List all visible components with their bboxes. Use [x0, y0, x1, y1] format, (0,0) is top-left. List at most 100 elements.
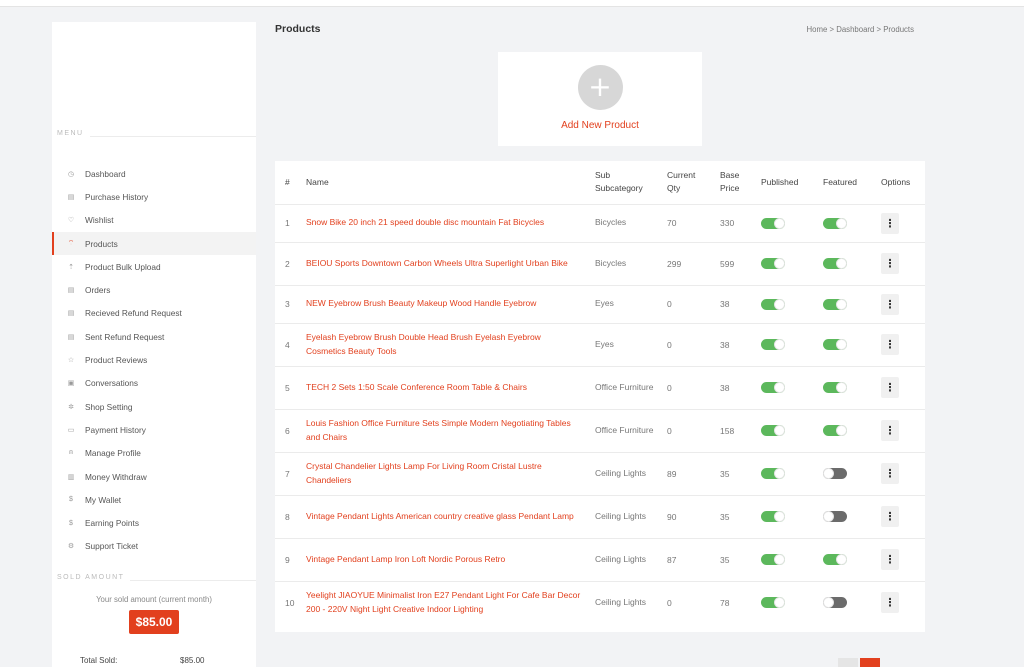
more-options-icon[interactable]: ⋮: [881, 212, 899, 234]
sidebar-item-icon: ▤: [67, 333, 75, 341]
sidebar-item-shop-setting[interactable]: ✲ Shop Setting: [52, 395, 256, 418]
more-options-icon[interactable]: ⋮: [881, 377, 899, 398]
sidebar-item-orders[interactable]: ▤ Orders: [52, 278, 256, 301]
sidebar-item-label: Shop Setting: [85, 401, 133, 412]
featured-toggle[interactable]: [823, 554, 847, 566]
published-toggle[interactable]: [761, 217, 785, 229]
sidebar-item-money-withdraw[interactable]: ▥ Money Withdraw: [52, 465, 256, 488]
product-name-link[interactable]: NEW Eyebrow Brush Beauty Makeup Wood Han…: [306, 285, 595, 324]
sidebar-item-icon: ▤: [67, 310, 75, 318]
sold-amount-value: $85.00: [129, 610, 179, 635]
product-name-link[interactable]: Vintage Pendant Lights American country …: [306, 495, 595, 539]
sidebar-item-icon: ⌔: [67, 240, 75, 248]
published-toggle[interactable]: [761, 425, 785, 437]
published-toggle-cell: [761, 204, 823, 243]
featured-toggle[interactable]: [823, 217, 847, 229]
product-name-link[interactable]: Eyelash Eyebrow Brush Double Head Brush …: [306, 323, 595, 367]
product-subcategory: Eyes: [595, 285, 667, 324]
featured-toggle[interactable]: [823, 258, 847, 270]
options-cell: ⋮: [881, 323, 925, 367]
plus-icon[interactable]: +: [577, 65, 623, 110]
table-row: 2 BEIOU Sports Downtown Carbon Wheels Ult…: [275, 242, 925, 286]
breadcrumb[interactable]: Home > Dashboard > Products: [807, 25, 914, 34]
sidebar-item-sent-refund-request[interactable]: ▤ Sent Refund Request: [52, 325, 256, 348]
published-toggle[interactable]: [761, 597, 785, 609]
products-table: # Name Sub Subcategory Current Qty Base Pri…: [275, 161, 925, 624]
table-row: 9 Vintage Pendant Lamp Iron Loft Nordic P…: [275, 538, 925, 582]
featured-toggle[interactable]: [823, 339, 847, 351]
product-name-link[interactable]: Snow Bike 20 inch 21 speed double disc m…: [306, 204, 595, 243]
published-toggle[interactable]: [761, 339, 785, 351]
published-toggle[interactable]: [761, 298, 785, 310]
page-current-button[interactable]: [860, 658, 880, 667]
toggle-knob: [823, 597, 834, 609]
sidebar-item-conversations[interactable]: ▣ Conversations: [52, 372, 256, 395]
product-qty: 0: [667, 597, 672, 608]
row-number: 5: [275, 366, 306, 410]
sidebar-item-icon: ▣: [67, 380, 75, 388]
sidebar-item-my-wallet[interactable]: $ My Wallet: [52, 488, 256, 511]
sidebar-item-icon: ▭: [67, 426, 75, 434]
more-options-icon[interactable]: ⋮: [881, 592, 899, 614]
featured-toggle[interactable]: [823, 468, 847, 480]
featured-toggle[interactable]: [823, 382, 847, 394]
top-bar: [0, 0, 1024, 7]
published-toggle[interactable]: [761, 511, 785, 523]
published-toggle[interactable]: [761, 258, 785, 270]
sidebar-item-product-bulk-upload[interactable]: ⇡ Product Bulk Upload: [52, 255, 256, 278]
row-number: 8: [275, 495, 306, 539]
page-next-button[interactable]: [882, 658, 902, 667]
more-options-icon[interactable]: ⋮: [881, 463, 899, 484]
table-row: 8 Vintage Pendant Lights American country…: [275, 495, 925, 539]
product-name-link[interactable]: Yeelight JIAOYUE Minimalist Iron E27 Pen…: [306, 581, 595, 624]
sidebar-item-dashboard[interactable]: ◷ Dashboard: [52, 162, 256, 185]
more-options-icon[interactable]: ⋮: [881, 253, 899, 274]
sidebar-item-payment-history[interactable]: ▭ Payment History: [52, 418, 256, 441]
product-name-link[interactable]: Vintage Pendant Lamp Iron Loft Nordic Po…: [306, 538, 595, 582]
featured-toggle-cell: [823, 495, 881, 539]
product-subcategory: Office Furniture: [595, 366, 667, 410]
options-cell: ⋮: [881, 366, 925, 410]
sidebar-item-wishlist[interactable]: ♡ Wishlist: [52, 209, 256, 232]
add-new-product-card[interactable]: + Add New Product: [498, 52, 702, 146]
product-name-link[interactable]: Crystal Chandelier Lights Lamp For Livin…: [306, 452, 595, 496]
more-options-icon[interactable]: ⋮: [881, 549, 899, 570]
sidebar-item-earning-points[interactable]: $ Earning Points: [52, 511, 256, 534]
page-prev-button[interactable]: [838, 658, 858, 667]
published-toggle-cell: [761, 452, 823, 496]
sidebar-item-products[interactable]: ⌔ Products: [52, 231, 256, 256]
more-options-icon[interactable]: ⋮: [881, 420, 899, 441]
product-name-link[interactable]: TECH 2 Sets 1:50 Scale Conference Room T…: [306, 366, 595, 410]
featured-toggle[interactable]: [823, 298, 847, 310]
total-sold-value: $85.00: [180, 656, 205, 665]
toggle-knob: [774, 554, 785, 566]
product-name-link[interactable]: BEIOU Sports Downtown Carbon Wheels Ultr…: [306, 242, 595, 286]
product-base-price: 38: [720, 323, 761, 367]
sidebar-item-manage-profile[interactable]: ⍝ Manage Profile: [52, 442, 256, 465]
more-options-icon[interactable]: ⋮: [881, 293, 899, 315]
published-toggle[interactable]: [761, 382, 785, 394]
featured-toggle[interactable]: [823, 597, 847, 609]
product-subcategory: Ceiling Lights: [595, 538, 667, 582]
sidebar-item-product-reviews[interactable]: ☆ Product Reviews: [52, 348, 256, 371]
toggle-knob: [774, 468, 785, 480]
sidebar-item-purchase-history[interactable]: ▤ Purchase History: [52, 185, 256, 208]
published-toggle[interactable]: [761, 554, 785, 566]
toggle-knob: [774, 597, 785, 609]
add-new-product-label[interactable]: Add New Product: [498, 120, 702, 131]
sidebar-item-recieved-refund-request[interactable]: ▤ Recieved Refund Request: [52, 302, 256, 325]
sidebar-item-label: Wishlist: [85, 215, 114, 226]
col-header-subcategory: Sub Subcategory: [595, 161, 667, 205]
featured-toggle[interactable]: [823, 511, 847, 523]
featured-toggle[interactable]: [823, 425, 847, 437]
published-toggle-cell: [761, 409, 823, 453]
more-options-icon[interactable]: ⋮: [881, 334, 899, 355]
row-number: 7: [275, 452, 306, 496]
product-name-link[interactable]: Louis Fashion Office Furniture Sets Simp…: [306, 409, 595, 453]
sidebar-item-label: Earning Points: [85, 518, 139, 529]
more-options-icon[interactable]: ⋮: [881, 506, 899, 527]
featured-toggle-cell: [823, 204, 881, 243]
sidebar-item-support-ticket[interactable]: ⚙ Support Ticket: [52, 535, 256, 558]
published-toggle[interactable]: [761, 468, 785, 480]
toggle-knob: [836, 258, 847, 270]
